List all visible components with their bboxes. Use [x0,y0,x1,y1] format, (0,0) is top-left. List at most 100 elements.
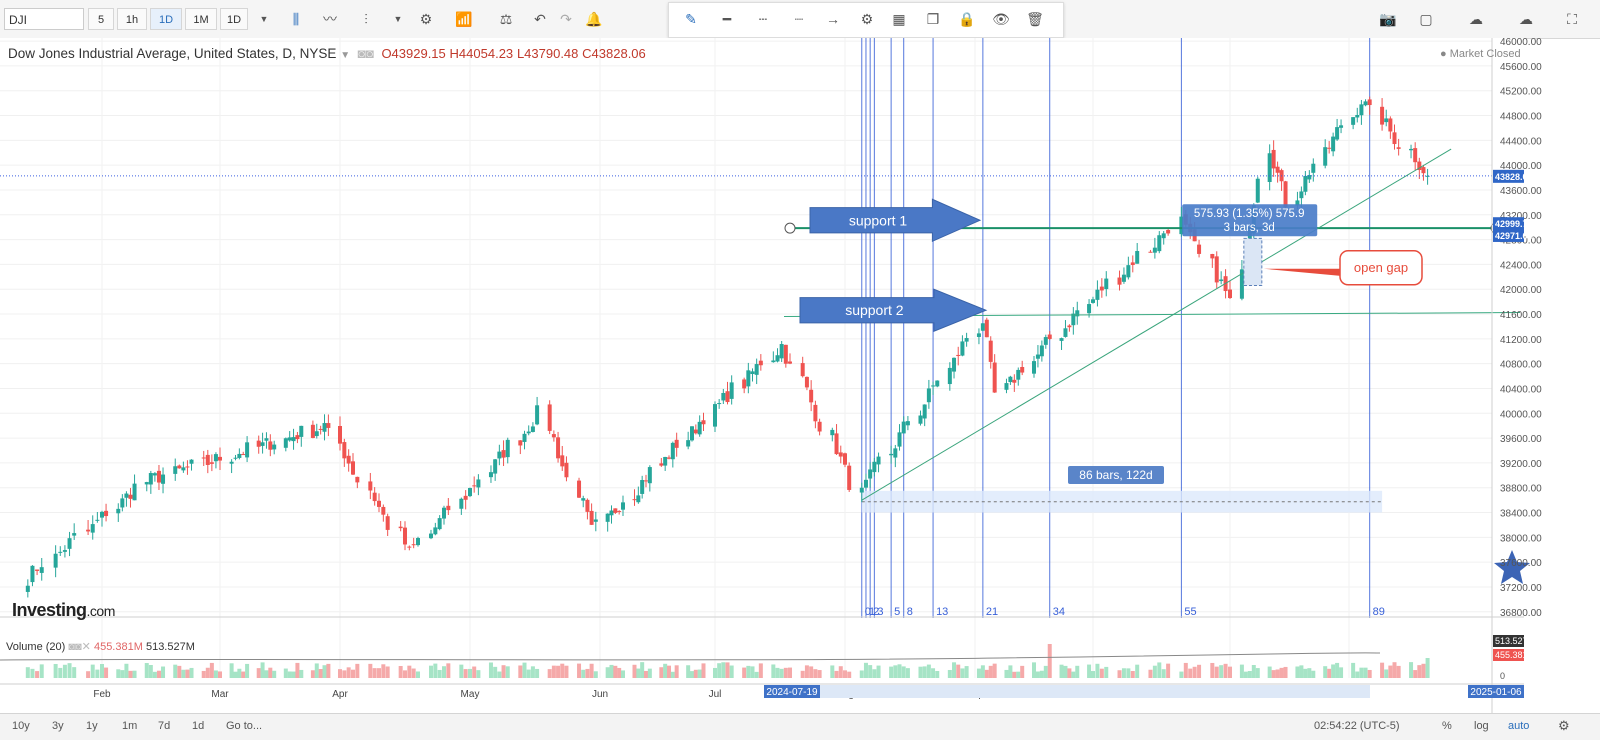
visibility-icon[interactable]: 👁 [987,8,1015,30]
volume-bar [838,666,843,678]
volume-bar [589,663,594,678]
goto-button[interactable]: Go to... [226,720,262,732]
interval-1m[interactable]: 1M [185,8,217,30]
volume-bar [381,664,386,678]
candles-icon[interactable]: ⫼ [282,8,310,30]
legend-dropdown-icon[interactable]: ▼ [340,50,350,61]
chart-type-dropdown-icon[interactable]: ▼ [384,8,412,30]
fullscreen-icon[interactable]: ⛶ [1558,8,1586,30]
candle-up [621,502,625,510]
volume-bar [368,663,373,678]
candle-down [809,389,814,403]
volume-bar [956,664,961,678]
volume-bar [1295,666,1300,678]
volume-bar [1126,668,1131,678]
volume-bar [725,662,730,678]
volume-bar [1307,668,1312,678]
range-1y[interactable]: 1y [86,720,98,732]
cloud-upload-icon[interactable]: ☁ [1512,8,1540,30]
clone-icon[interactable]: ❐ [919,8,947,30]
fill-icon[interactable]: ▦ [885,8,913,30]
range-7d[interactable]: 7d [158,720,170,732]
legend-toggle-icons[interactable]: ◙◙ [358,46,374,61]
range-3y[interactable]: 3y [52,720,64,732]
legend-open: O43929.15 [381,46,446,61]
candle-up [488,472,493,478]
volume-value-2: 513.527M [145,641,195,653]
volume-bar [551,665,556,678]
bars-icon[interactable]: ⫶ [352,8,380,30]
candle-up [322,423,327,432]
measure-label-1: 575.93 (1.35%) 575.9 [1194,208,1305,220]
chart-settings-icon[interactable]: ⚙ [1558,718,1570,734]
interval-1h[interactable]: 1h [117,8,147,30]
drawing-settings-icon[interactable]: ⚙ [853,8,881,30]
candle-up [437,518,442,530]
volume-toggle-icons[interactable]: ◙◙✕ [68,641,91,653]
symbol-input[interactable]: DJI [4,8,84,30]
candle-up [931,385,936,387]
candle-down [355,476,360,483]
redo-icon[interactable]: ↷ [552,8,580,30]
candle-down [1197,244,1202,254]
candle-up [636,495,641,503]
candle-up [690,426,694,441]
candle-down [446,505,451,511]
log-toggle[interactable]: log [1474,720,1489,732]
candle-down [377,500,381,507]
range-1m[interactable]: 1m [122,720,137,732]
compare-icon[interactable]: ⚖ [492,8,520,30]
candle-down [501,450,506,458]
x-tick-label: Mar [211,689,229,700]
camera-icon[interactable]: 📷 [1374,8,1402,30]
candle-up [876,456,881,465]
line-chart-icon[interactable]: 〰 [316,8,344,30]
volume-bar [476,670,481,678]
candle-down [564,462,569,478]
candle-up [229,461,234,464]
cloud-download-icon[interactable]: ☁ [1462,8,1490,30]
candle-up [90,524,95,533]
volume-bar [690,671,694,678]
alert-icon[interactable]: 🔔 [580,8,608,30]
settings-icon[interactable]: ⚙ [412,8,440,30]
candle-up [1043,337,1048,345]
auto-toggle[interactable]: auto [1508,720,1529,732]
dash-style-icon[interactable]: ┄ [749,8,777,30]
dot-style-icon[interactable]: ┈ [785,8,813,30]
price-chart[interactable]: 0123 5 8 13 21 34 55 89 86 bars, 122d support 1… [0,38,1600,713]
interval-5[interactable]: 5 [88,8,114,30]
candle-down [1117,277,1122,285]
volume-bar [1243,671,1248,678]
percent-toggle[interactable]: % [1442,720,1452,732]
arrow-style-icon[interactable]: → [819,8,847,30]
volume-bar [522,662,527,678]
volume-bar [1275,669,1280,678]
volume-bar [670,671,675,678]
top-toolbar: DJI 5 1h 1D 1M 1D ▼ ⫼ 〰 ⫶ ▼ ⚙ 📶 ⚖ ↶ ↷ 🔔 … [0,0,1600,39]
volume-bar [463,669,468,678]
interval-dropdown-icon[interactable]: ▼ [250,8,278,30]
volume-bar [897,664,902,678]
undo-icon[interactable]: ↶ [526,8,554,30]
candle-up [429,533,433,539]
date-tag-start-label: 2024-07-19 [766,687,818,698]
candle-up [148,473,153,485]
indicators-icon[interactable]: 📶 [450,8,478,30]
volume-bar [775,667,780,678]
candle-up [213,454,218,462]
candle-down [988,340,993,362]
candle-up [58,551,63,553]
layout-icon[interactable]: ▢ [1412,8,1440,30]
candle-down [1214,256,1219,283]
volume-bar [526,669,531,678]
interval-1d[interactable]: 1D [220,8,248,30]
range-1d[interactable]: 1d [192,720,204,732]
range-10y[interactable]: 10y [12,720,30,732]
candle-up [116,508,121,514]
pen-icon[interactable]: ✎ [677,8,705,30]
interval-1d-active[interactable]: 1D [150,8,182,30]
lock-icon[interactable]: 🔒 [953,8,981,30]
trash-icon[interactable]: 🗑 [1021,8,1049,30]
line-style-icon[interactable]: ━ [713,8,741,30]
